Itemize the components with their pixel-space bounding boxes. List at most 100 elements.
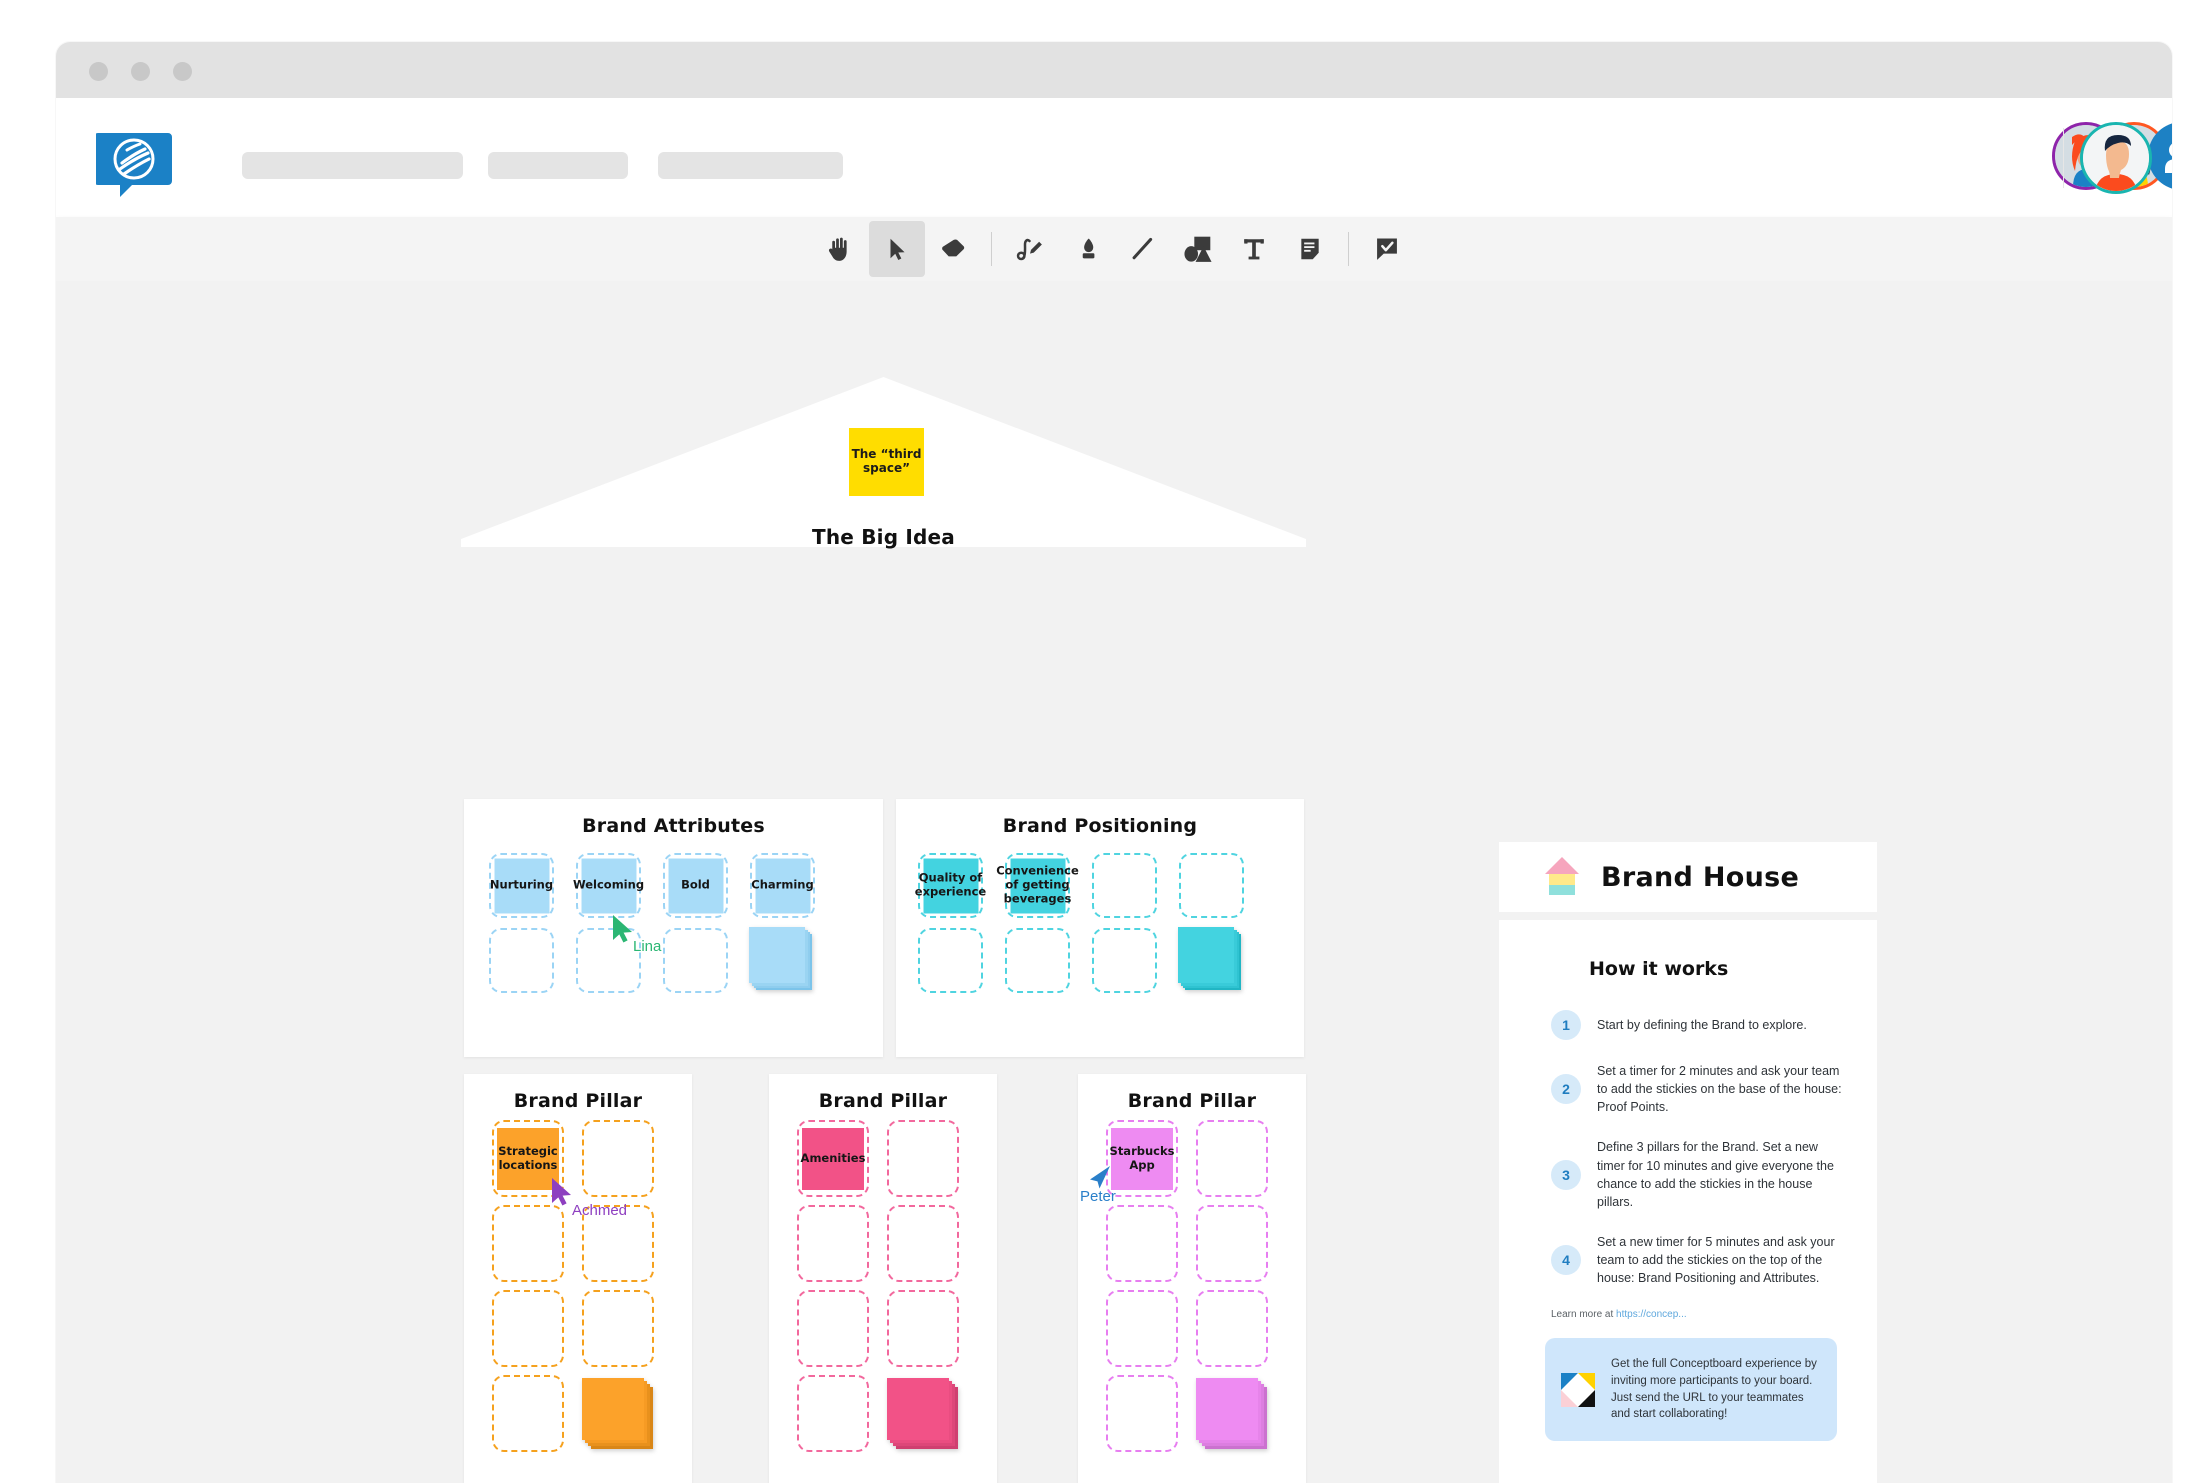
pillar-3-sticky-stack[interactable] [1196,1375,1268,1452]
step-4-number: 4 [1551,1245,1581,1276]
step-1-text: Start by defining the Brand to explore. [1597,1017,1807,1032]
panel-brand-positioning: Brand Positioning Quality of experience … [896,799,1304,1057]
brand-house-info-card: Brand House How it works 1 Start by defi… [1499,842,1877,1483]
pillar-2-slot-5[interactable] [797,1290,869,1367]
text-tool[interactable] [1226,221,1282,277]
select-tool[interactable] [869,221,925,277]
pillar-3-slot-4[interactable] [1196,1205,1268,1282]
brand-house-icon [1543,855,1581,899]
positioning-sticky-stack[interactable] [1178,927,1244,993]
sticky-charming[interactable]: Charming [751,858,814,913]
promo-text: Get the full Conceptboard experience by … [1611,1358,1817,1421]
pillar-2-sticky-stack[interactable] [887,1375,959,1452]
shapes-tool[interactable] [1170,221,1226,277]
learn-more-link[interactable]: https://concep... [1616,1309,1687,1320]
positioning-slot-1[interactable]: Quality of experience [915,853,986,918]
pen-tool[interactable] [1002,221,1058,277]
step-1: 1 Start by defining the Brand to explore… [1533,1010,1843,1040]
attribute-slot-5[interactable] [489,928,554,993]
sticky-convenience-of-getting-beverages[interactable]: Convenience of getting beverages [996,858,1079,913]
step-2: 2 Set a timer for 2 minutes and ask your… [1533,1062,1843,1116]
conceptboard-mark-icon [1561,1372,1595,1407]
brand-attributes-title: Brand Attributes [582,815,765,837]
attribute-slot-7[interactable] [663,928,728,993]
pillar-1-slot-6[interactable] [582,1290,654,1367]
pillar-3-slot-2[interactable] [1196,1120,1268,1197]
comment-tool[interactable] [1359,221,1415,277]
how-it-works-steps: 1 Start by defining the Brand to explore… [1533,1010,1843,1287]
sticky-nurturing[interactable]: Nurturing [490,858,553,913]
pillar-2-slot-7[interactable] [797,1375,869,1452]
pillar-3-slot-5[interactable] [1106,1290,1178,1367]
pillar-2-slot-6[interactable] [887,1290,959,1367]
sticky-amenities[interactable]: Amenities [801,1127,865,1190]
positioning-slot-6[interactable] [1005,928,1070,993]
nav-placeholder-1[interactable] [242,152,463,179]
brand-pillar-2-title: Brand Pillar [818,1090,948,1112]
learn-more-prefix: Learn more at [1551,1309,1617,1321]
attributes-sticky-stack[interactable] [749,927,815,993]
pillar-1-slot-5[interactable] [492,1290,564,1367]
window-maximize-dot[interactable] [173,62,192,81]
attribute-slot-1[interactable]: Nurturing [489,853,554,918]
step-2-number: 2 [1551,1074,1581,1105]
pillar-3-slot-6[interactable] [1196,1290,1268,1367]
sticky-bold[interactable]: Bold [668,858,723,913]
avatar-me[interactable] [2080,122,2152,194]
attribute-slot-2[interactable]: Welcoming [573,853,644,918]
drawing-toolbar [56,217,2172,281]
pillar-2-slot-1[interactable]: Amenities [797,1120,869,1197]
positioning-slot-3[interactable] [1092,853,1157,918]
sticky-note-tool[interactable] [1282,221,1338,277]
cursor-label-peter: Peter [1080,1188,1116,1205]
pillar-1-slot-2[interactable] [582,1120,654,1197]
attribute-slot-4[interactable]: Charming [750,853,815,918]
brand-pillar-3-title: Brand Pillar [1127,1090,1257,1112]
pillar-2-slot-3[interactable] [797,1205,869,1282]
sticky-starbucks-app[interactable]: Starbucks App [1110,1127,1174,1190]
panel-brand-pillar-1: Brand Pillar Strategic locations Achmed [464,1074,692,1483]
highlighter-tool[interactable] [1058,221,1114,277]
pillar-1-slot-3[interactable] [492,1205,564,1282]
big-idea-sticky[interactable]: The “third space” [849,428,924,496]
step-2-text: Set a timer for 2 minutes and ask your t… [1597,1064,1842,1115]
pillar-2-slot-4[interactable] [887,1205,959,1282]
pillar-2-slot-2[interactable] [887,1120,959,1197]
sticky-quality-of-experience[interactable]: Quality of experience [915,858,986,913]
step-4-text: Set a new timer for 5 minutes and ask yo… [1597,1234,1835,1286]
pillar-1-sticky-stack[interactable] [582,1375,654,1452]
step-1-number: 1 [1551,1010,1581,1040]
promo-banner: Get the full Conceptboard experience by … [1545,1338,1837,1441]
positioning-slot-5[interactable] [918,928,983,993]
window-close-dot[interactable] [89,62,108,81]
sticky-welcoming[interactable]: Welcoming [573,858,644,913]
step-4: 4 Set a new timer for 5 minutes and ask … [1533,1233,1843,1287]
cursor-achmed: Achmed [550,1177,627,1219]
eraser-tool[interactable] [925,221,981,277]
big-idea-title: The Big Idea [811,525,955,549]
positioning-slot-7[interactable] [1092,928,1157,993]
attribute-slot-3[interactable]: Bold [663,853,728,918]
positioning-slot-2[interactable]: Convenience of getting beverages [996,853,1079,918]
header-divider [2063,128,2064,188]
nav-placeholder-3[interactable] [658,152,843,179]
pillar-1-slot-7[interactable] [492,1375,564,1452]
board-canvas[interactable]: The “third space” The Big Idea Brand Att… [56,281,2172,1483]
cursor-label-achmed: Achmed [572,1202,628,1219]
window-minimize-dot[interactable] [131,62,150,81]
step-3-text: Define 3 pillars for the Brand. Set a ne… [1597,1140,1834,1209]
app-header [56,98,2172,217]
window-titlebar [56,42,2172,98]
pillar-3-slot-1[interactable]: Starbucks App [1106,1120,1178,1197]
pillar-3-slot-7[interactable] [1106,1375,1178,1452]
hand-tool[interactable] [813,221,869,277]
app-window: The “third space” The Big Idea Brand Att… [56,42,2172,1483]
positioning-slot-4[interactable] [1179,853,1244,918]
nav-placeholder-2[interactable] [488,152,628,179]
panel-brand-pillar-3: Brand Pillar Starbucks App Peter [1078,1074,1306,1483]
cursor-label-lina: Lina [633,938,662,955]
pillar-3-slot-3[interactable] [1106,1205,1178,1282]
line-tool[interactable] [1114,221,1170,277]
conceptboard-logo[interactable] [94,129,174,199]
step-3: 3 Define 3 pillars for the Brand. Set a … [1533,1138,1843,1211]
